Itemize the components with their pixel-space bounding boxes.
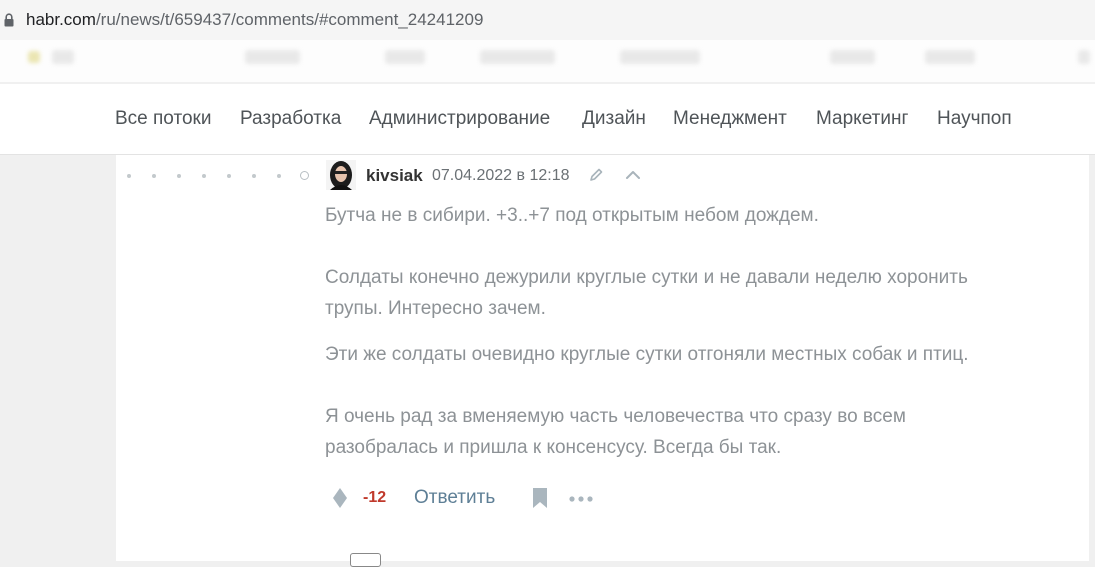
nav-item-development[interactable]: Разработка bbox=[240, 108, 341, 130]
thread-depth-dot bbox=[152, 174, 156, 178]
thread-depth-dot bbox=[277, 174, 281, 178]
bookmark-item[interactable] bbox=[1078, 50, 1090, 64]
thread-depth-dot bbox=[227, 174, 231, 178]
next-comment-fragment bbox=[350, 553, 381, 567]
bookmark-favicon[interactable] bbox=[28, 51, 40, 63]
more-icon[interactable] bbox=[569, 495, 593, 503]
vote-icon[interactable] bbox=[332, 487, 348, 509]
nav-item-design[interactable]: Дизайн bbox=[582, 108, 646, 130]
address-bar[interactable]: habr.com/ru/news/t/659437/comments/#comm… bbox=[0, 0, 1095, 40]
comment-timestamp[interactable]: 07.04.2022 в 12:18 bbox=[432, 167, 570, 185]
nav-item-popsci[interactable]: Научпоп bbox=[937, 108, 1012, 130]
comment-author[interactable]: kivsiak bbox=[366, 166, 423, 186]
comment-text-line: Солдаты конечно дежурили круглые сутки и… bbox=[325, 267, 968, 288]
bookmark-item[interactable] bbox=[620, 50, 700, 64]
nav-item-marketing[interactable]: Маркетинг bbox=[816, 108, 908, 130]
comment-text-line: трупы. Интересно зачем. bbox=[325, 298, 546, 319]
pencil-icon[interactable] bbox=[588, 167, 604, 183]
nav-item-all-streams[interactable]: Все потоки bbox=[115, 108, 211, 130]
page-edge bbox=[1089, 155, 1095, 561]
url-text[interactable]: habr.com/ru/news/t/659437/comments/#comm… bbox=[26, 10, 483, 30]
comment-text-line: Эти же солдаты очевидно круглые сутки от… bbox=[325, 344, 969, 365]
thread-depth-dot bbox=[202, 174, 206, 178]
bookmark-item[interactable] bbox=[245, 50, 300, 64]
thread-depth-dot bbox=[127, 174, 131, 178]
chevron-up-icon[interactable] bbox=[625, 168, 641, 182]
bookmark-item[interactable] bbox=[52, 50, 74, 64]
url-domain: habr.com bbox=[26, 10, 96, 29]
bookmark-item[interactable] bbox=[830, 50, 875, 64]
bookmark-icon[interactable] bbox=[532, 488, 548, 508]
thread-depth-dot bbox=[177, 174, 181, 178]
comment-text-line: Бутча не в сибири. +3..+7 под открытым н… bbox=[325, 205, 819, 226]
thread-depth-dot bbox=[252, 174, 256, 178]
thread-depth-current-dot[interactable] bbox=[300, 171, 309, 180]
nav-item-management[interactable]: Менеджмент bbox=[673, 108, 787, 130]
bookmark-item[interactable] bbox=[385, 50, 425, 64]
bookmark-item[interactable] bbox=[480, 50, 555, 64]
nav-item-administration[interactable]: Администрирование bbox=[369, 108, 550, 130]
comment-text-line: разобралась и пришла к консенсусу. Всегд… bbox=[325, 437, 782, 458]
url-path: /ru/news/t/659437/comments/#comment_2424… bbox=[95, 10, 484, 29]
reply-link[interactable]: Ответить bbox=[414, 487, 495, 509]
comment-score: -12 bbox=[363, 489, 387, 506]
bookmark-item[interactable] bbox=[925, 50, 975, 64]
lock-icon bbox=[4, 13, 14, 27]
comment-text-line: Я очень рад за вменяемую часть человечес… bbox=[325, 406, 906, 427]
avatar[interactable] bbox=[326, 160, 356, 190]
